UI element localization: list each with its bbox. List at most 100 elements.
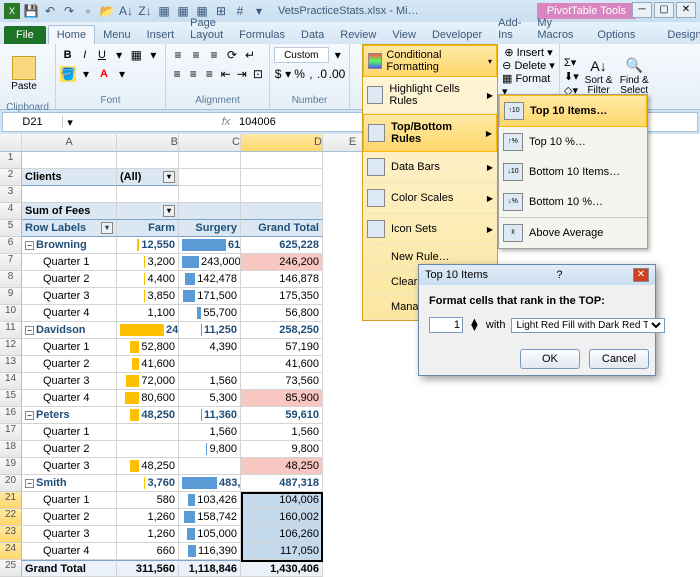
cell[interactable]: [117, 424, 179, 441]
cell[interactable]: −Davidson: [22, 322, 117, 339]
cell[interactable]: 52,800: [117, 339, 179, 356]
underline-button[interactable]: U: [94, 47, 109, 63]
cell[interactable]: 105,000: [179, 526, 241, 543]
tab-design[interactable]: Design: [651, 26, 700, 44]
cell[interactable]: Grand Total: [241, 220, 323, 237]
cell[interactable]: 41,600: [241, 356, 323, 373]
cell[interactable]: 4,390: [179, 339, 241, 356]
cell[interactable]: Quarter 1: [22, 339, 117, 356]
select-all[interactable]: [0, 134, 22, 152]
cell[interactable]: Quarter 1: [22, 254, 117, 271]
spin-down[interactable]: ▼: [469, 325, 480, 331]
file-tab[interactable]: File: [4, 26, 46, 44]
indent-icon[interactable]: ⇥: [235, 66, 249, 82]
tab-page-layout[interactable]: Page Layout: [182, 14, 231, 44]
cell[interactable]: Surgery: [179, 220, 241, 237]
cell[interactable]: 625,228: [241, 237, 323, 254]
top10-percent[interactable]: ↑%Top 10 %…: [499, 127, 647, 157]
cell[interactable]: Farm: [117, 220, 179, 237]
cell[interactable]: 48,250: [117, 458, 179, 475]
cell[interactable]: 41,600: [117, 356, 179, 373]
font-color-button[interactable]: A: [96, 66, 112, 82]
cell[interactable]: 72,000: [117, 373, 179, 390]
cell[interactable]: 48,250: [241, 458, 323, 475]
cell[interactable]: [241, 169, 323, 186]
cell[interactable]: −Smith: [22, 475, 117, 492]
cf-highlight[interactable]: Highlight Cells Rules▶: [363, 77, 497, 114]
cell[interactable]: 3,200: [117, 254, 179, 271]
cell[interactable]: 59,610: [241, 407, 323, 424]
sort-desc-icon[interactable]: Z↓: [137, 3, 153, 19]
dialog-close-button[interactable]: ✕: [633, 268, 649, 282]
cell[interactable]: Quarter 2: [22, 271, 117, 288]
cell[interactable]: [241, 203, 323, 220]
sort-asc-icon[interactable]: A↓: [118, 3, 134, 19]
redo-icon[interactable]: ↷: [61, 3, 77, 19]
dedent-icon[interactable]: ⇤: [219, 66, 233, 82]
cell[interactable]: [117, 186, 179, 203]
restore-button[interactable]: ▢: [654, 2, 674, 18]
tab-review[interactable]: Review: [332, 26, 384, 44]
col-A[interactable]: A: [22, 134, 117, 152]
ok-button[interactable]: OK: [520, 349, 580, 369]
cell[interactable]: [179, 203, 241, 220]
save-icon[interactable]: 💾: [23, 3, 39, 19]
cell[interactable]: [22, 152, 117, 169]
cell[interactable]: Quarter 4: [22, 390, 117, 407]
cell[interactable]: [179, 152, 241, 169]
cf-databars[interactable]: Data Bars▶: [363, 152, 497, 183]
cell[interactable]: 146,878: [241, 271, 323, 288]
tab-view[interactable]: View: [384, 26, 424, 44]
cell[interactable]: 1,560: [179, 424, 241, 441]
tab-my-macros[interactable]: My Macros: [529, 14, 581, 44]
cell[interactable]: 48,250: [117, 407, 179, 424]
insert-button[interactable]: ⊕ Insert ▾: [504, 46, 552, 59]
align-mid-icon[interactable]: ≡: [188, 47, 204, 63]
tab-menu[interactable]: Menu: [95, 26, 139, 44]
align-top-icon[interactable]: ≡: [170, 47, 186, 63]
cell[interactable]: 660: [117, 543, 179, 560]
dec-dec-icon[interactable]: .00: [329, 66, 345, 82]
fill-color-button[interactable]: 🪣: [60, 66, 76, 82]
cell[interactable]: [22, 186, 117, 203]
cell[interactable]: [241, 186, 323, 203]
tab-options[interactable]: Options: [581, 26, 651, 44]
cell[interactable]: Quarter 3: [22, 373, 117, 390]
col-B[interactable]: B: [117, 134, 179, 152]
align-left-icon[interactable]: ≡: [170, 66, 184, 82]
cell[interactable]: 5,300: [179, 390, 241, 407]
align-right-icon[interactable]: ≡: [202, 66, 216, 82]
align-center-icon[interactable]: ≡: [186, 66, 200, 82]
tab-data[interactable]: Data: [293, 26, 332, 44]
cell[interactable]: 73,560: [241, 373, 323, 390]
cell[interactable]: 158,742: [179, 509, 241, 526]
number-format[interactable]: Custom: [274, 47, 329, 63]
minimize-button[interactable]: ─: [632, 2, 652, 18]
cell[interactable]: 57,190: [241, 339, 323, 356]
cell[interactable]: 483,558: [179, 475, 241, 492]
cell[interactable]: Row Labels▾: [22, 220, 117, 237]
cell[interactable]: 1,100: [117, 305, 179, 322]
orient-icon[interactable]: ⟳: [224, 47, 240, 63]
cf-iconsets[interactable]: Icon Sets▶: [363, 214, 497, 245]
cell[interactable]: 85,900: [241, 390, 323, 407]
cf-topbottom[interactable]: Top/Bottom Rules▶: [363, 114, 497, 152]
cell[interactable]: 11,360: [179, 407, 241, 424]
merge-icon[interactable]: ⊡: [251, 66, 265, 82]
bottom10-percent[interactable]: ↓%Bottom 10 %…: [499, 187, 647, 217]
fx-icon[interactable]: fx: [217, 116, 235, 128]
delete-button[interactable]: ⊖ Delete ▾: [502, 59, 555, 72]
paste-button[interactable]: Paste: [4, 46, 44, 102]
cell[interactable]: 3,760: [117, 475, 179, 492]
wrap-icon[interactable]: ↵: [242, 47, 258, 63]
cell[interactable]: Quarter 2: [22, 441, 117, 458]
cell[interactable]: (All)▾: [117, 169, 179, 186]
tab-add-ins[interactable]: Add-Ins: [490, 14, 529, 44]
cell[interactable]: Quarter 3: [22, 288, 117, 305]
cell[interactable]: Quarter 3: [22, 526, 117, 543]
cell[interactable]: Grand Total: [22, 560, 117, 577]
tab-developer[interactable]: Developer: [424, 26, 490, 44]
cell[interactable]: 1,260: [117, 509, 179, 526]
dialog-help-icon[interactable]: ?: [556, 269, 562, 281]
grid2-icon[interactable]: #: [232, 3, 248, 19]
